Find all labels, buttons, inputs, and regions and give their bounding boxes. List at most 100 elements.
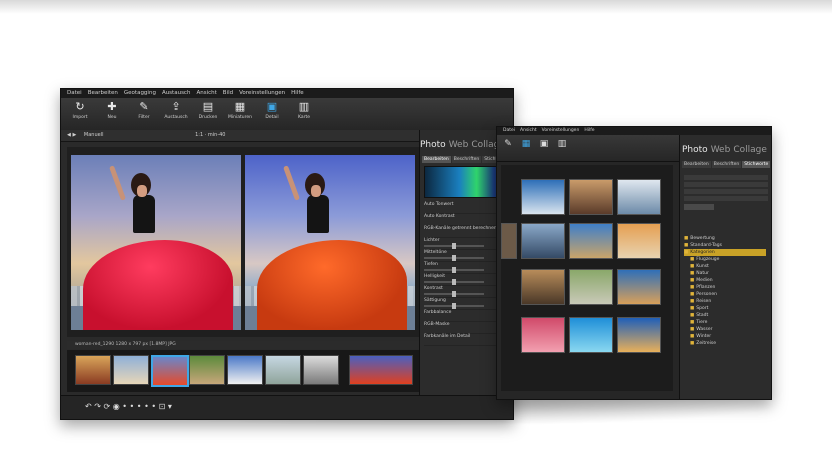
redo-icon[interactable]: ↷ [94, 402, 101, 411]
folder-item[interactable]: ■ Winter [684, 333, 766, 340]
folder-icon: ■ [690, 285, 695, 290]
grid-icon: ▦ [234, 100, 246, 113]
folder-icon: ■ [690, 306, 695, 311]
grid-thumbnail[interactable] [521, 179, 565, 215]
thumbnail[interactable] [113, 355, 149, 385]
menu-datei[interactable]: Datei [503, 127, 515, 135]
thumbnail-selected[interactable] [151, 355, 189, 387]
folder-icon: ■ [690, 299, 695, 304]
main-window: Datei Bearbeiten Geotagging Austausch An… [60, 88, 514, 420]
menu-hilfe[interactable]: Hilfe [584, 127, 594, 135]
thumbnail[interactable] [303, 355, 339, 385]
grid-thumbnail[interactable] [569, 223, 613, 259]
print-icon: ▤ [202, 100, 214, 113]
folder-icon: ■ [684, 250, 689, 255]
mode-photo[interactable]: Photo [420, 140, 446, 150]
grid-thumbnail[interactable] [521, 269, 565, 305]
rotate-icon[interactable]: ⟳ [104, 402, 111, 411]
grid-thumbnail[interactable] [501, 223, 517, 259]
menu-bild[interactable]: Bild [223, 89, 233, 98]
menu-austausch[interactable]: Austausch [162, 89, 191, 98]
folder-item[interactable]: ■ Wasser [684, 326, 766, 333]
after-photo[interactable] [245, 155, 415, 330]
folder-item[interactable]: ■ Standard-Tags [684, 242, 766, 249]
mode-collage[interactable]: Collage [733, 145, 767, 155]
folder-item[interactable]: ■ Personen [684, 291, 766, 298]
tab-beschriften[interactable]: Beschriften [451, 156, 482, 163]
mode-photo[interactable]: Photo [682, 145, 708, 155]
before-photo[interactable] [71, 155, 241, 330]
new-button[interactable]: ✚ Neu [97, 100, 127, 128]
tab-bearbeiten[interactable]: Bearbeiten [682, 161, 711, 168]
apply-button[interactable] [684, 204, 714, 210]
manual-label[interactable]: Manuell [84, 132, 104, 138]
folder-item-selected[interactable]: ■ Kategorien [684, 249, 766, 256]
tab-stichworte[interactable]: Stichworte [742, 161, 771, 168]
browser-menubar: Datei Ansicht Voreinstellungen Hilfe [497, 127, 771, 135]
folder-item[interactable]: ■ Natur [684, 270, 766, 277]
folder-item[interactable]: ■ Tiere [684, 319, 766, 326]
tab-beschriften[interactable]: Beschriften [711, 161, 742, 168]
tab-bearbeiten[interactable]: Bearbeiten [422, 156, 451, 163]
mode-web[interactable]: Web [449, 140, 469, 150]
grid-thumbnail[interactable] [569, 179, 613, 215]
category-tree: ■ Bewertung ■ Standard-Tags ■ Kategorien ■ F… [684, 235, 766, 395]
folder-item[interactable]: ■ Zeitreise [684, 340, 766, 347]
menu-ansicht[interactable]: Ansicht [196, 89, 216, 98]
import-button[interactable]: ↻ Import [65, 100, 95, 128]
zoom-readout[interactable]: 1:1 · min-40 [195, 132, 225, 138]
grid-thumbnail[interactable] [617, 223, 661, 259]
back-icon[interactable]: ◀ [67, 132, 71, 138]
forward-icon[interactable]: ▶ [72, 132, 76, 138]
print-button[interactable]: ▤ Drucken [193, 100, 223, 128]
thumbnail[interactable] [189, 355, 225, 385]
folder-item[interactable]: ■ Stadt [684, 312, 766, 319]
detail-button[interactable]: ▣ Detail [257, 100, 287, 128]
menu-bearbeiten[interactable]: Bearbeiten [88, 89, 118, 98]
grid-icon[interactable]: ▦ [519, 139, 533, 153]
menu-hilfe[interactable]: Hilfe [291, 89, 304, 98]
folder-item[interactable]: ■ Medien [684, 277, 766, 284]
folder-item[interactable]: ■ Bewertung [684, 235, 766, 242]
grid-thumbnail[interactable] [521, 317, 565, 353]
grid-thumbnail[interactable] [617, 179, 661, 215]
crop-icon[interactable]: ⊡ [159, 402, 166, 411]
filter-icon[interactable]: ✎ [501, 139, 515, 153]
star-rating[interactable]: • • • • • [122, 402, 156, 411]
eye-icon[interactable]: ◉ [113, 402, 120, 411]
thumbnails-button[interactable]: ▦ Miniaturen [225, 100, 255, 128]
map-icon[interactable]: ▥ [555, 139, 569, 153]
filmstrip [67, 350, 419, 392]
menu-ansicht[interactable]: Ansicht [520, 127, 537, 135]
menu-datei[interactable]: Datei [67, 89, 82, 98]
bottom-toolbar: ↶ ↷ ⟳ ◉ • • • • • ⊡ ▾ [61, 395, 513, 419]
thumbnail-preview[interactable] [349, 355, 413, 385]
folder-item[interactable]: ■ Sport [684, 305, 766, 312]
folder-item[interactable]: ■ Kunst [684, 263, 766, 270]
trash-icon[interactable]: ▾ [168, 402, 172, 411]
thumbnail[interactable] [265, 355, 301, 385]
mode-web[interactable]: Web [711, 145, 731, 155]
browser-side-panel: Photo Web Collage Bearbeiten Beschriften S… [679, 135, 771, 399]
monitor-icon[interactable]: ▣ [537, 139, 551, 153]
map-button[interactable]: ▥ Karte [289, 100, 319, 128]
grid-thumbnail[interactable] [569, 269, 613, 305]
thumbnail[interactable] [227, 355, 263, 385]
filter-button[interactable]: ✎ Filter [129, 100, 159, 128]
folder-item[interactable]: ■ Pflanzen [684, 284, 766, 291]
panel-tabs: Bearbeiten Beschriften Stichworte [682, 161, 771, 168]
folder-item[interactable]: ■ Flugzeuge [684, 256, 766, 263]
austausch-button[interactable]: ⇪ Austausch [161, 100, 191, 128]
folder-icon: ■ [690, 271, 695, 276]
grid-thumbnail[interactable] [617, 317, 661, 353]
undo-icon[interactable]: ↶ [85, 402, 92, 411]
grid-thumbnail[interactable] [569, 317, 613, 353]
folder-item[interactable]: ■ Reisen [684, 298, 766, 305]
grid-thumbnail[interactable] [617, 269, 661, 305]
menu-geotagging[interactable]: Geotagging [124, 89, 156, 98]
menu-voreinstellungen[interactable]: Voreinstellungen [542, 127, 580, 135]
menu-voreinstellungen[interactable]: Voreinstellungen [239, 89, 285, 98]
grid-thumbnail[interactable] [521, 223, 565, 259]
folder-icon: ■ [690, 320, 695, 325]
thumbnail[interactable] [75, 355, 111, 385]
